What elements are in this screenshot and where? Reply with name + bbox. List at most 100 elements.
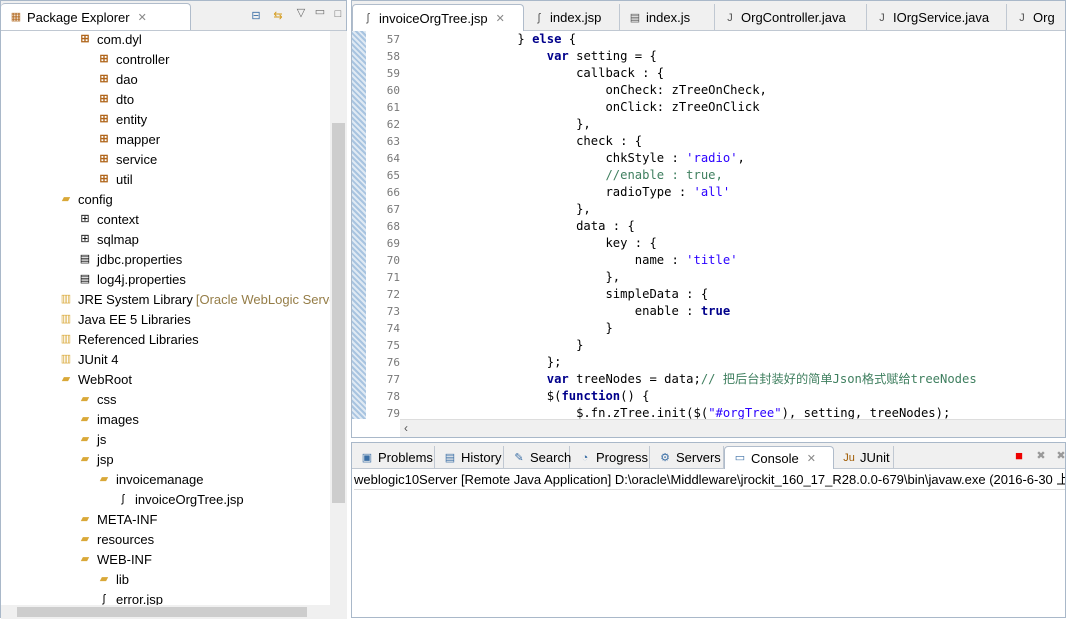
tree-item-sqlmap[interactable]: ⊞ sqlmap [78,229,139,249]
tree-item-css[interactable]: ▰ css [78,389,117,409]
terminate-icon[interactable]: ■ [1012,449,1026,463]
properties-file-icon: ▤ [79,253,91,265]
code-token: function [561,389,621,403]
tree-item-label: WEB-INF [97,551,152,567]
tab-index-js[interactable]: ▤ index.js [620,4,715,31]
tree-item-java-ee-5-libraries[interactable]: ▥ Java EE 5 Libraries [59,309,191,329]
folder-package-icon: ⊞ [80,213,90,225]
tree-vertical-scrollbar[interactable] [330,31,347,605]
code-token: onClick: zTreeOnClick [400,100,760,114]
folder-icon: ▰ [80,433,90,445]
tree-item-js[interactable]: ▰ js [78,429,107,449]
code-line: $(function() { [400,388,650,405]
tree-item-resources[interactable]: ▰ resources [78,529,154,549]
code-line: } [400,320,612,337]
java-file-icon: J [1019,11,1025,24]
jsp-file-icon: ʃ [366,12,370,24]
tree-item-referenced-libraries[interactable]: ▥ Referenced Libraries [59,329,199,349]
tab-servers[interactable]: ⚙ Servers [650,446,724,469]
tab-search[interactable]: ✎ Search [504,446,571,469]
tree-item-decoration: [Oracle WebLogic Serve [195,291,337,307]
scroll-left-icon[interactable]: ‹ [404,421,408,435]
tree-item-util[interactable]: ⊞ util [97,169,132,189]
code-line: var setting = { [400,48,657,65]
code-line: simpleData : { [400,286,708,303]
tab-package-explorer[interactable]: ▦ Package Explorer ✕ [1,3,191,30]
package-icon: ⊞ [99,173,109,185]
editor-horizontal-scrollbar[interactable]: ‹ [400,419,1065,437]
editor-tabbar: ʃ invoiceOrgTree.jsp ✕ ʃ index.jsp ▤ index.js J… [352,1,1065,31]
code-token: () { [620,389,650,403]
line-number: 72 [386,288,400,301]
tree-item-webroot[interactable]: ▰ WebRoot [59,369,132,389]
line-number: 66 [386,186,400,199]
tree-item-com-dyl[interactable]: ⊞ com.dyl [78,29,141,49]
history-icon: ▤ [444,451,456,464]
tree-item-config[interactable]: ▰ config [59,189,113,209]
folder-icon: ▰ [80,533,90,545]
code-token: enable : [400,304,701,318]
code-token: "#orgTree" [708,406,782,420]
minimize-icon[interactable]: ▭ [313,5,327,19]
tree-horizontal-scrollbar[interactable] [1,605,347,619]
tab-label: Progress [596,450,649,465]
tree-item-mapper[interactable]: ⊞ mapper [97,129,160,149]
collapse-all-icon[interactable]: ⊟ [249,9,263,23]
tab-problems[interactable]: ▣ Problems [352,446,435,469]
code-token: , [737,151,745,165]
tab-org[interactable]: J Org [1007,4,1066,31]
tree-item-invoicemanage[interactable]: ▰ invoicemanage [97,469,204,489]
line-number: 70 [386,254,400,267]
tree-item-web-inf[interactable]: ▰ WEB-INF [78,549,152,569]
package-explorer-icon: ▦ [10,11,22,23]
library-icon: ▥ [60,353,72,365]
console-view: ■ ✖ ✖ ▣ Problems ▤ History ✎ Search ◔ Progress ⚙… [351,442,1066,618]
maximize-icon[interactable]: □ [331,7,345,21]
link-with-editor-icon[interactable]: ⇆ [271,9,285,23]
code-token: } [400,338,584,352]
tab-invoiceorgtree-jsp[interactable]: ʃ invoiceOrgTree.jsp ✕ [352,4,524,31]
console-tabbar: ■ ✖ ✖ ▣ Problems ▤ History ✎ Search ◔ Progress ⚙… [352,443,1066,469]
tab-orgcontroller-java[interactable]: J OrgController.java [715,4,867,31]
remove-all-icon[interactable]: ✖ [1054,449,1066,463]
close-icon[interactable]: ✕ [807,452,816,465]
code-area[interactable]: } else { var setting = { callback : { on… [400,31,1065,420]
tree-item-lib[interactable]: ▰ lib [97,569,129,589]
tab-progress[interactable]: ◔ Progress [570,446,650,469]
tree-item-invoiceorgtree-jsp[interactable]: ʃ invoiceOrgTree.jsp [116,489,244,509]
tree-item-label: sqlmap [97,231,139,247]
tab-label: invoiceOrgTree.jsp [379,10,488,26]
scroll-thumb[interactable] [17,607,307,617]
problems-icon: ▣ [361,451,373,464]
tree-item-entity[interactable]: ⊞ entity [97,109,147,129]
tree-item-meta-inf[interactable]: ▰ META-INF [78,509,158,529]
tree-item-log4j-properties[interactable]: ▤ log4j.properties [78,269,186,289]
remove-launch-icon[interactable]: ✖ [1034,449,1048,463]
tree-item-controller[interactable]: ⊞ controller [97,49,169,69]
tree-item-junit-4[interactable]: ▥ JUnit 4 [59,349,119,369]
tab-index-jsp[interactable]: ʃ index.jsp [524,4,620,31]
line-number: 64 [386,152,400,165]
tree-item-jre-system-library[interactable]: ▥ JRE System Library [Oracle WebLogic Serv… [59,289,337,309]
tree-item-service[interactable]: ⊞ service [97,149,157,169]
close-icon[interactable]: ✕ [138,11,147,24]
tab-iorgservice-java[interactable]: J IOrgService.java [867,4,1007,31]
tab-junit[interactable]: Ju JUnit [834,446,894,469]
tree-item-label: jdbc.properties [97,251,183,267]
close-icon[interactable]: ✕ [496,12,505,25]
tree-item-dto[interactable]: ⊞ dto [97,89,134,109]
tree-item-context[interactable]: ⊞ context [78,209,139,229]
scroll-thumb[interactable] [332,123,345,503]
tree-item-jsp[interactable]: ▰ jsp [78,449,114,469]
tree-item-dao[interactable]: ⊞ dao [97,69,137,89]
code-token: treeNodes = data; [568,372,701,386]
tab-history[interactable]: ▤ History [435,446,504,469]
library-icon: ▥ [60,313,72,325]
code-token: radioType : [400,185,694,199]
java-file-icon: J [879,11,885,24]
tree-item-images[interactable]: ▰ images [78,409,139,429]
tree-item-jdbc-properties[interactable]: ▤ jdbc.properties [78,249,182,269]
view-menu-icon[interactable]: ▽ [294,6,308,20]
tab-console[interactable]: ▭ Console ✕ [724,446,834,469]
tree-item-label: JUnit 4 [78,351,119,367]
